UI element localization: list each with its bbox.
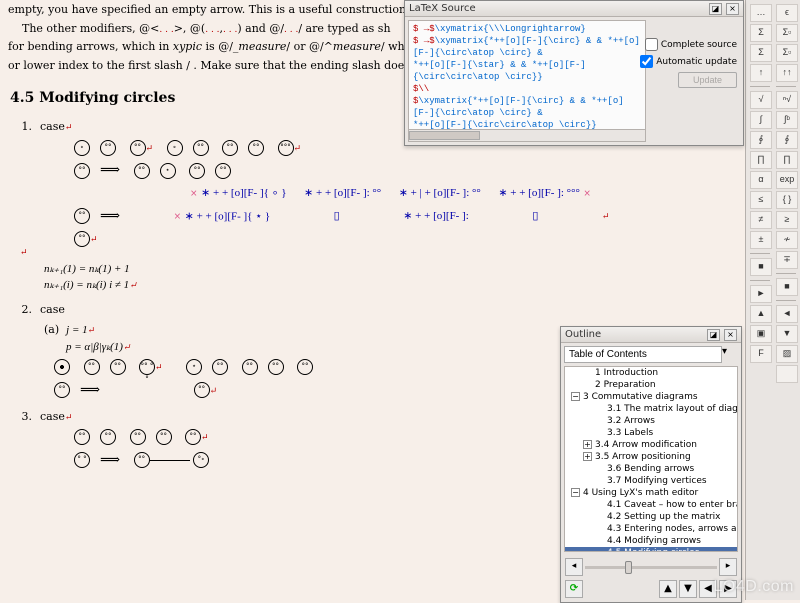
toolbar-button[interactable]: Σ▫: [776, 24, 798, 42]
toolbar-button[interactable]: ∮: [750, 131, 772, 149]
toolbar-button[interactable]: ≁: [776, 231, 798, 249]
float-icon[interactable]: ◪: [707, 329, 720, 341]
latex-source-panel[interactable]: LaTeX Source ◪ × $ →$\xymatrix{\\\Longri…: [404, 0, 744, 146]
toolbar-button[interactable]: α: [750, 171, 772, 189]
auto-update-checkbox[interactable]: Automatic update: [640, 55, 737, 68]
toolbar-button[interactable]: F: [750, 345, 772, 363]
toolbar-button[interactable]: [776, 365, 798, 383]
toolbar-button[interactable]: ∏: [776, 151, 798, 169]
toc-node[interactable]: 1 Introduction: [565, 367, 737, 379]
toolbar-button[interactable]: ≤: [750, 191, 772, 209]
toolbar-button[interactable]: ►: [750, 285, 772, 303]
refresh-button[interactable]: ⟳: [565, 580, 583, 598]
move-up-button[interactable]: ▲: [659, 580, 677, 598]
toc-node[interactable]: 4.5 Modifying circles: [565, 547, 737, 552]
move-down-button[interactable]: ▼: [679, 580, 697, 598]
toc-node[interactable]: 3.2 Arrows: [565, 415, 737, 427]
toolbar-button[interactable]: ↑: [750, 64, 772, 82]
toolbar-button[interactable]: ◄: [776, 305, 798, 323]
toolbar-button[interactable]: Σ▫: [776, 44, 798, 62]
toc-node[interactable]: 4.3 Entering nodes, arrows and labels: [565, 523, 737, 535]
toc-node[interactable]: 3.6 Bending arrows: [565, 463, 737, 475]
toolbar-button[interactable]: ▲: [750, 305, 772, 323]
depth-slider-row: ◂ ▸: [565, 558, 737, 576]
toolbar-button[interactable]: ∮: [776, 131, 798, 149]
toc-node[interactable]: 4.4 Modifying arrows: [565, 535, 737, 547]
toc-node[interactable]: 3.7 Modifying vertices: [565, 475, 737, 487]
toc-node[interactable]: 4.2 Setting up the matrix: [565, 511, 737, 523]
toolbar-button[interactable]: exp tan: [776, 171, 798, 189]
toolbar-button[interactable]: Σ: [750, 24, 772, 42]
toc-node[interactable]: 3.3 Labels: [565, 427, 737, 439]
toolbar-button[interactable]: …: [750, 4, 772, 22]
math: nₖ₊₁(1) = nₖ(1) + 1: [44, 261, 731, 278]
toc-node[interactable]: +3.4 Arrow modification: [565, 439, 737, 451]
toc-node[interactable]: 3.1 The matrix layout of diagrams: [565, 403, 737, 415]
complete-source-checkbox[interactable]: Complete source: [645, 38, 737, 51]
toolbar-button[interactable]: √: [750, 91, 772, 109]
toolbar-button[interactable]: ∫: [750, 111, 772, 129]
decrease-depth-button[interactable]: ◂: [565, 558, 583, 576]
toolbar-button[interactable]: ∫ᵇ: [776, 111, 798, 129]
toc-node[interactable]: −3 Commutative diagrams: [565, 391, 737, 403]
toc-type-combo[interactable]: [564, 346, 722, 363]
panel-titlebar[interactable]: Outline ◪ ×: [561, 327, 741, 343]
toolbar-button[interactable]: ■: [750, 258, 772, 276]
toc-node[interactable]: 4.1 Caveat – how to enter braces: [565, 499, 737, 511]
panel-title: LaTeX Source: [409, 3, 705, 14]
toolbar-button[interactable]: ±: [750, 231, 772, 249]
increase-depth-button[interactable]: ▸: [719, 558, 737, 576]
close-icon[interactable]: ×: [726, 3, 739, 15]
watermark: LO4D.com: [714, 578, 794, 596]
toc-node[interactable]: −4 Using LyX's math editor: [565, 487, 737, 499]
toc-tree[interactable]: 1 Introduction2 Preparation−3 Commutativ…: [564, 366, 738, 552]
toc-node[interactable]: +3.5 Arrow positioning: [565, 451, 737, 463]
depth-slider[interactable]: [585, 566, 717, 569]
update-button[interactable]: Update: [678, 72, 737, 88]
toolbar-button[interactable]: ■: [776, 278, 798, 296]
toolbar-button[interactable]: { }: [776, 191, 798, 209]
math-toolbar: …ΣΣ↑√∫∮∏α≤≠±■►▲▣F ϵΣ▫Σ▫↑↑ⁿ√∫ᵇ∮∏exp tan{ …: [745, 0, 800, 600]
toolbar-button[interactable]: ▣: [750, 325, 772, 343]
toolbar-button[interactable]: ∏: [750, 151, 772, 169]
toolbar-button[interactable]: ∓: [776, 251, 798, 269]
chevron-down-icon[interactable]: ▾: [722, 346, 738, 363]
toolbar-button[interactable]: ▼: [776, 325, 798, 343]
toolbar-button[interactable]: ↑↑: [776, 64, 798, 82]
scrollbar-horizontal[interactable]: [409, 129, 645, 141]
toolbar-button[interactable]: ▨: [776, 345, 798, 363]
math: nₖ₊₁(i) = nₖ(i) i ≠ 1↵: [44, 277, 731, 294]
toc-node[interactable]: 2 Preparation: [565, 379, 737, 391]
panel-title: Outline: [565, 329, 703, 340]
toolbar-button[interactable]: ≥: [776, 211, 798, 229]
latex-source-view[interactable]: $ →$\xymatrix{\\\Longrightarrow} $ →$\xy…: [408, 20, 646, 142]
toolbar-button[interactable]: Σ: [750, 44, 772, 62]
panel-titlebar[interactable]: LaTeX Source ◪ ×: [405, 1, 743, 17]
toolbar-button[interactable]: ϵ: [776, 4, 798, 22]
close-icon[interactable]: ×: [724, 329, 737, 341]
toolbar-button[interactable]: ≠: [750, 211, 772, 229]
float-icon[interactable]: ◪: [709, 3, 722, 15]
toolbar-button[interactable]: ⁿ√: [776, 91, 798, 109]
outline-panel[interactable]: Outline ◪ × ▾ 1 Introduction2 Preparatio…: [560, 326, 742, 603]
